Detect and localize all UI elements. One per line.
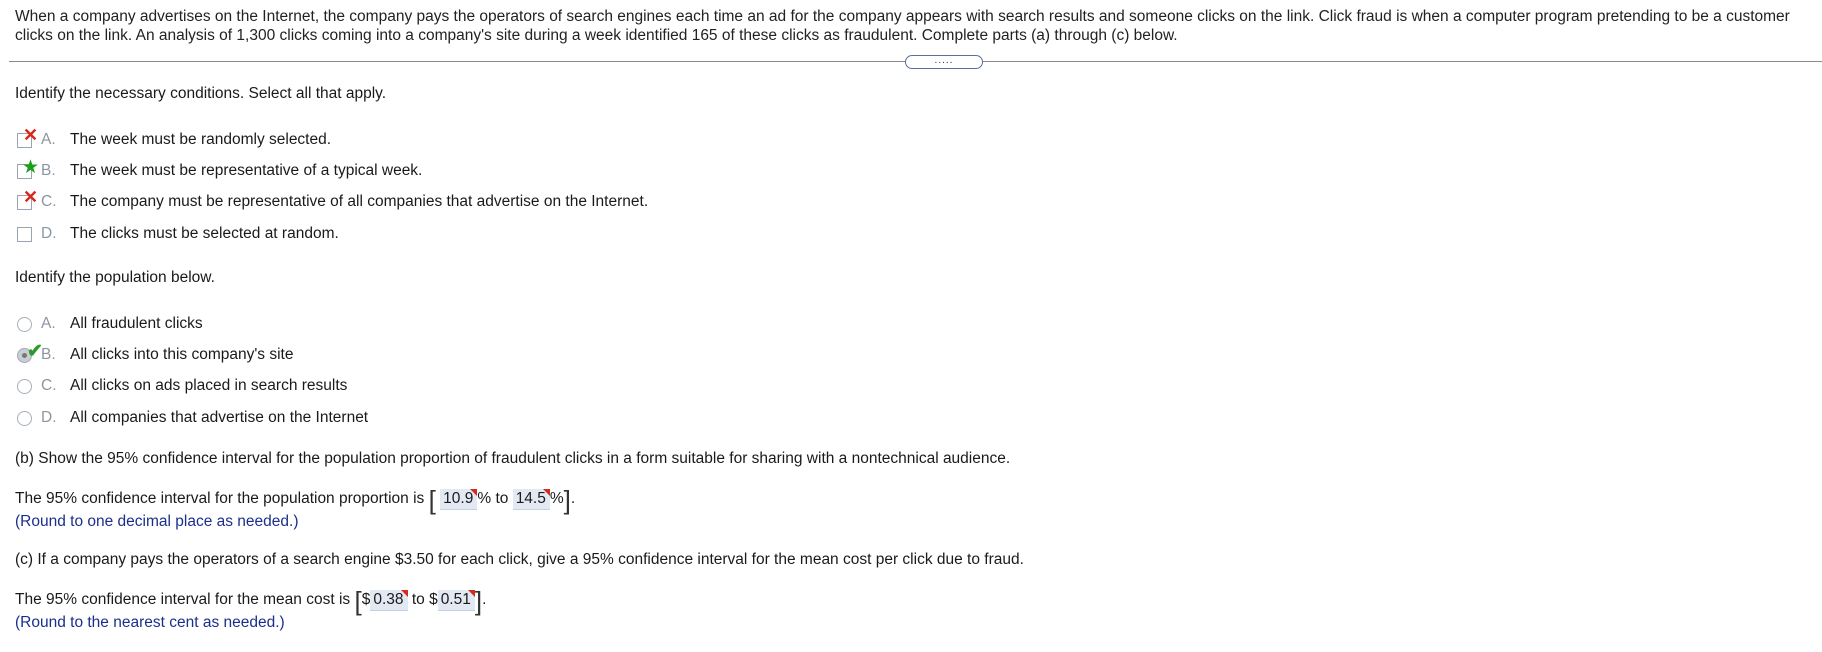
radio-button[interactable] — [17, 411, 32, 426]
radio-button[interactable] — [17, 379, 32, 394]
q1-prompt: Identify the necessary conditions. Selec… — [15, 85, 387, 102]
partc-answer-field-1[interactable]: 0.38 — [370, 590, 408, 611]
partc-currency-1: $ — [361, 591, 371, 608]
correct-star-icon: ★ — [22, 157, 40, 178]
partb-to-label: to — [495, 490, 509, 507]
expand-button[interactable]: ..... — [905, 55, 983, 69]
partc-currency-2: $ — [429, 591, 438, 608]
partb-unit-1: % — [477, 490, 492, 507]
partc-answer-field-2[interactable]: 0.51 — [437, 590, 476, 611]
partc-hint: (Round to the nearest cent as needed.) — [15, 614, 285, 631]
partc-answer-prefix: The 95% confidence interval for the mean… — [15, 591, 351, 608]
radio-button[interactable] — [17, 317, 32, 332]
incorrect-x-icon: ✕ — [23, 125, 39, 145]
left-bracket: [ — [428, 485, 436, 515]
partb-unit-2: % — [549, 490, 564, 507]
partb-answer-prefix: The 95% confidence interval for the popu… — [15, 490, 425, 507]
partb-prompt: (b) Show the 95% confidence interval for… — [15, 450, 1011, 467]
partb-hint: (Round to one decimal place as needed.) — [15, 513, 299, 530]
right-bracket: ] — [563, 485, 571, 515]
partc-answer-line: The 95% confidence interval for the mean… — [15, 586, 487, 616]
partb-answer-field-2[interactable]: 14.5 — [512, 489, 551, 510]
left-bracket: [ — [354, 586, 362, 616]
partc-prompt: (c) If a company pays the operators of a… — [15, 551, 1024, 568]
checkbox[interactable] — [17, 227, 32, 242]
partc-to-label: to — [411, 591, 425, 608]
partb-answer-line: The 95% confidence interval for the popu… — [15, 485, 576, 515]
incorrect-x-icon: ✕ — [23, 187, 39, 207]
q2-prompt: Identify the population below. — [15, 269, 215, 286]
partb-answer-field-1[interactable]: 10.9 — [440, 489, 478, 510]
problem-statement: When a company advertises on the Interne… — [15, 8, 1790, 44]
right-bracket: ] — [474, 586, 483, 616]
